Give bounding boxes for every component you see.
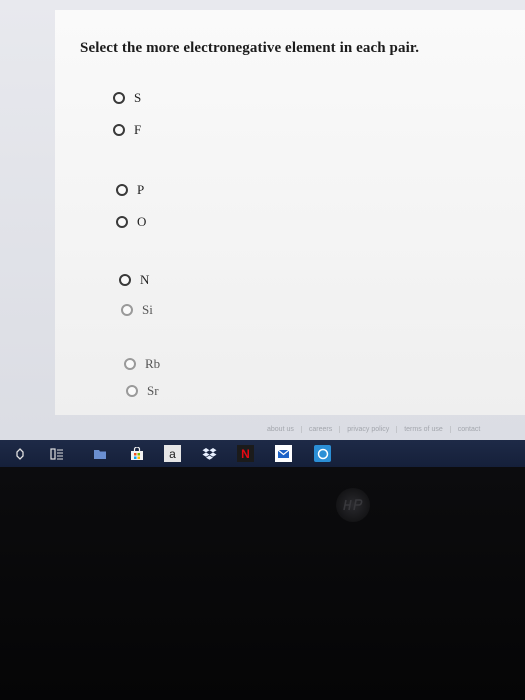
dropbox-icon[interactable] [201,445,218,462]
option-label: P [137,182,145,197]
radio-button[interactable] [119,274,131,286]
option-label: Rb [145,356,161,371]
quiz-panel [55,10,525,415]
radio-button[interactable] [124,358,136,370]
monitor-bezel [0,467,525,700]
task-view-icon[interactable] [48,445,65,462]
option-label: O [137,214,147,229]
option-label: Si [142,302,153,317]
footer-link-careers[interactable]: careers [302,425,341,433]
footer-link-privacy[interactable]: privacy policy [340,425,398,433]
radio-button[interactable] [113,124,125,136]
screen: Select the more electronegative element … [0,0,525,467]
radio-button[interactable] [126,385,138,397]
store-icon[interactable] [128,445,145,462]
option-label: Sr [147,383,159,398]
option-label: N [140,272,150,287]
option-label: S [134,90,142,105]
radio-button[interactable] [116,184,128,196]
radio-button[interactable] [113,92,125,104]
question-text: Select the more electronegative element … [80,40,420,56]
footer-link-terms[interactable]: terms of use [397,425,451,433]
option-s[interactable]: S [113,90,141,106]
netflix-icon[interactable]: N [237,445,254,462]
footer-link-about[interactable]: about us [260,425,302,433]
file-explorer-icon[interactable] [91,445,108,462]
amazon-icon[interactable]: a [164,445,181,462]
option-label: F [134,122,142,137]
option-o[interactable]: O [116,214,146,230]
radio-button[interactable] [121,304,133,316]
option-f[interactable]: F [113,122,141,138]
footer-links: about us careers privacy policy terms of… [260,422,525,436]
option-sr[interactable]: Sr [126,383,159,399]
notification-icon[interactable] [11,445,28,462]
radio-button[interactable] [116,216,128,228]
option-n[interactable]: N [119,272,149,288]
option-p[interactable]: P [116,182,144,198]
mail-icon[interactable] [275,445,292,462]
hp-logo [336,488,370,522]
taskbar: a N [0,440,525,467]
edge-icon[interactable] [314,445,331,462]
option-si[interactable]: Si [121,302,153,318]
footer-link-contact[interactable]: contact [451,426,488,433]
option-rb[interactable]: Rb [124,356,160,372]
